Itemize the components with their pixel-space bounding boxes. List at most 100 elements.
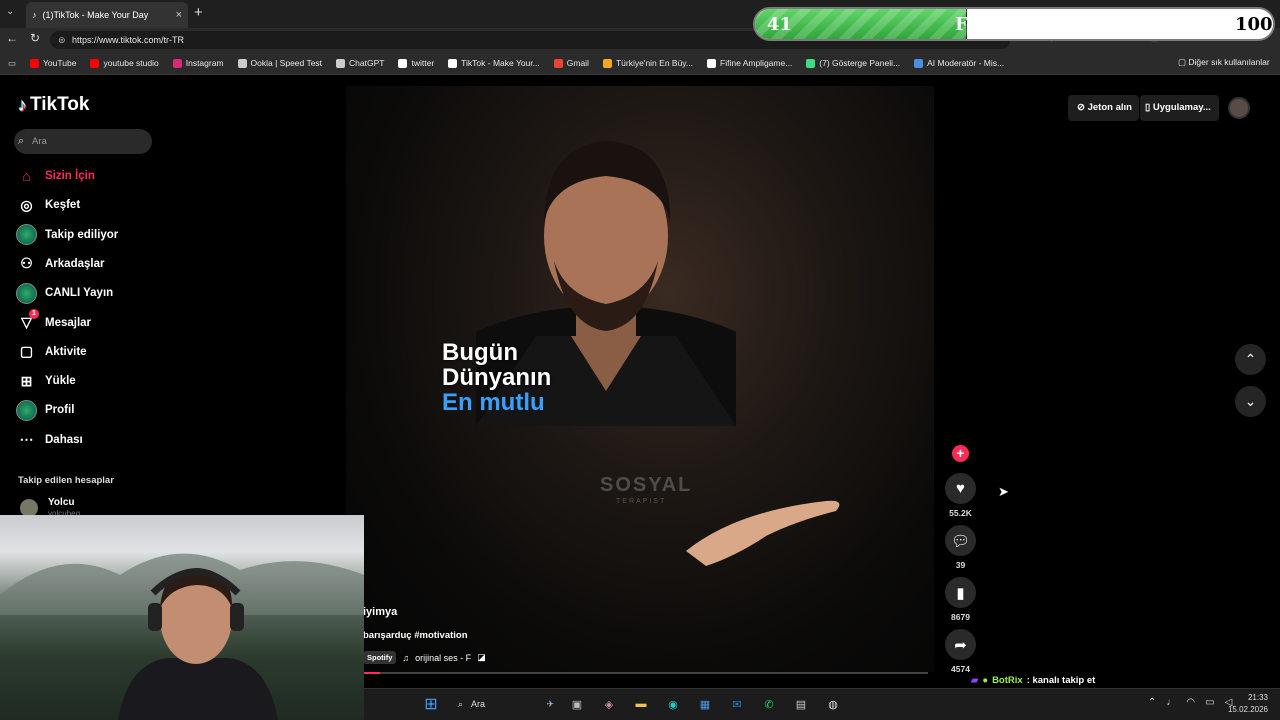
video-music[interactable]: Spotify ♫ orijinal ses - F ◪ [363, 651, 486, 664]
nav-item-label: Mesajlar [45, 316, 92, 329]
bookmark-item[interactable]: Instagram [172, 58, 224, 68]
profile-icon [16, 399, 37, 421]
obs-icon[interactable]: ◍ [824, 695, 842, 713]
wifi-icon[interactable]: ◠ [1186, 697, 1195, 708]
phone-icon: ▯ [1145, 102, 1153, 113]
user-avatar[interactable] [1228, 97, 1250, 119]
bookmark-item[interactable]: twitter [398, 58, 434, 68]
save-button[interactable]: ▮ [945, 577, 976, 608]
bookmark-item[interactable]: AI Moderatör - Mis... [914, 58, 1004, 68]
tiktok-logo[interactable]: ♪ TikTok [18, 94, 89, 116]
site-info-icon[interactable]: ⊜ [58, 31, 66, 49]
bookmark-item[interactable]: (7) Gösterge Paneli... [806, 58, 900, 68]
nav-item-label: Arkadaşlar [45, 257, 105, 270]
home-icon: ⌂ [22, 168, 31, 184]
previous-video-chevron-up-icon[interactable]: ⌃ [1235, 344, 1266, 375]
tab-title: (1)TikTok - Make Your Day [42, 10, 149, 20]
spotify-tag[interactable]: Spotify [363, 651, 397, 664]
new-tab-plus-icon[interactable]: + [194, 4, 203, 21]
calculator-icon[interactable]: ▤ [792, 695, 810, 713]
followers-goal-label: FOLLOWERS [955, 14, 1091, 35]
windows-start-icon[interactable]: ⊞ [422, 695, 440, 713]
nav-item[interactable]: ▽ 1 Mesajlar [16, 309, 92, 334]
nav-item[interactable]: ▢ Aktivite [16, 341, 87, 363]
outlook-icon[interactable]: ✉ [728, 695, 746, 713]
heart-icon: ♥ [956, 480, 965, 497]
clock-date: 15.02.2026 [1227, 705, 1268, 714]
bookmark-favicon-icon [172, 58, 182, 68]
bookmark-item[interactable]: TikTok - Make Your... [448, 58, 540, 68]
following-avatar-icon [16, 224, 37, 246]
file-explorer-icon[interactable]: ▬ [632, 695, 650, 713]
back-arrow-icon[interactable]: ← [6, 31, 18, 45]
tiktok-favicon-icon: ♪ [32, 10, 37, 20]
bookmark-favicon-icon [553, 58, 563, 68]
copilot-icon[interactable]: ◈ [600, 695, 618, 713]
browser-tab[interactable]: ♪ (1)TikTok - Make Your Day × [26, 2, 188, 28]
video-caption-line1: Bugün [442, 339, 518, 366]
nav-item-label: Dahası [45, 433, 83, 446]
chat-username: BotRix [992, 675, 1023, 686]
follow-plus-button[interactable]: + [952, 445, 969, 462]
bookmark-favicon-icon [914, 58, 924, 68]
get-coins-label: Jeton alın [1087, 102, 1132, 113]
video-player[interactable]: Bugün Dünyanın En mutlu SOSYAL TERAPIST [346, 86, 934, 672]
bookmark-item[interactable]: Ookla | Speed Test [237, 58, 322, 68]
nav-item[interactable]: CANLI Yayın [16, 282, 113, 304]
tab-actions-icon[interactable]: ▭ [8, 58, 16, 69]
video-caption-line3: En mutlu [442, 389, 545, 416]
bookmark-label: Fifine Ampligame... [720, 58, 793, 68]
store-icon[interactable]: ▦ [696, 695, 714, 713]
nav-item[interactable]: ⚇ Arkadaşlar [16, 253, 104, 275]
comment-button[interactable]: 💬︎ [945, 525, 976, 556]
reload-icon[interactable]: ↻ [30, 31, 40, 45]
like-button[interactable]: ♥ [945, 473, 976, 504]
share-button[interactable]: ➦ [945, 629, 976, 660]
nav-item[interactable]: ◎ Keşfet [16, 194, 80, 216]
network-icon[interactable]: ▭ [1205, 697, 1214, 708]
bookmark-item[interactable]: Türkiye'nin En Büy... [602, 58, 693, 68]
tiktok-search-input[interactable]: ⌕ Ara [14, 129, 152, 154]
bookmark-favicon-icon [30, 58, 40, 68]
task-view-icon[interactable]: ▣ [568, 695, 586, 713]
comment-bubble-icon: 💬︎ [950, 532, 971, 550]
bookmark-favicon-icon [707, 58, 717, 68]
close-tab-icon[interactable]: × [176, 9, 182, 21]
system-tray: ⌃ ♩ ◠ ▭ ◁ [1148, 697, 1232, 708]
other-bookmarks-folder[interactable]: ▢ Diğer sık kullanılanlar [1178, 57, 1270, 68]
nav-item[interactable]: ⌂ Sizin İçin [16, 165, 95, 187]
nav-item[interactable]: Takip ediliyor [16, 224, 118, 246]
bookmark-item[interactable]: ChatGPT [336, 58, 384, 68]
bookmarks-bar: ▭ YouTube youtube studio Instagram Ookla | … [0, 52, 1280, 75]
taskbar-search[interactable]: ⌕ Ara ✈ [454, 694, 554, 714]
whatsapp-icon[interactable]: ✆ [760, 695, 778, 713]
bookmark-item[interactable]: youtube studio [90, 58, 159, 68]
video-caption-line2: Dünyanın [442, 364, 552, 391]
following-accounts-title: Takip edilen hesaplar [18, 475, 114, 486]
video-progress-bar[interactable] [363, 672, 928, 674]
bookmark-favicon-icon [602, 58, 612, 68]
video-progress-fill [363, 672, 380, 674]
search-placeholder: Ara [32, 136, 47, 147]
video-author[interactable]: iyimya [363, 606, 397, 618]
next-video-chevron-down-icon[interactable]: ⌄ [1235, 386, 1266, 417]
bookmark-icon: ▮ [956, 584, 965, 602]
bookmark-favicon-icon [448, 58, 458, 68]
mouse-cursor-icon: ➤ [998, 484, 1009, 499]
bookmark-label: ChatGPT [349, 58, 385, 68]
microphone-icon[interactable]: ♩ [1166, 697, 1176, 708]
nav-item[interactable]: ⋯ Dahası [16, 429, 83, 451]
nav-item[interactable]: ⊞ Yükle [16, 370, 76, 392]
edge-icon[interactable]: ◉ [664, 695, 682, 713]
get-coins-button[interactable]: ⊘ Jeton alın [1068, 95, 1139, 121]
taskbar-clock[interactable]: 21:33 15.02.2026 [1222, 692, 1268, 716]
tray-chevron-icon[interactable]: ⌃ [1148, 697, 1156, 708]
tab-list-chevron-icon[interactable]: ⌄ [6, 6, 14, 17]
get-app-button[interactable]: ▯ Uygulamay... [1140, 95, 1219, 121]
bookmark-item[interactable]: YouTube [30, 58, 76, 68]
activity-icon: ▢ [19, 343, 34, 360]
bookmark-label: TikTok - Make Your... [461, 58, 540, 68]
bookmark-item[interactable]: Gmail [553, 58, 589, 68]
bookmark-item[interactable]: Fifine Ampligame... [707, 58, 792, 68]
nav-item[interactable]: Profil [16, 399, 74, 421]
